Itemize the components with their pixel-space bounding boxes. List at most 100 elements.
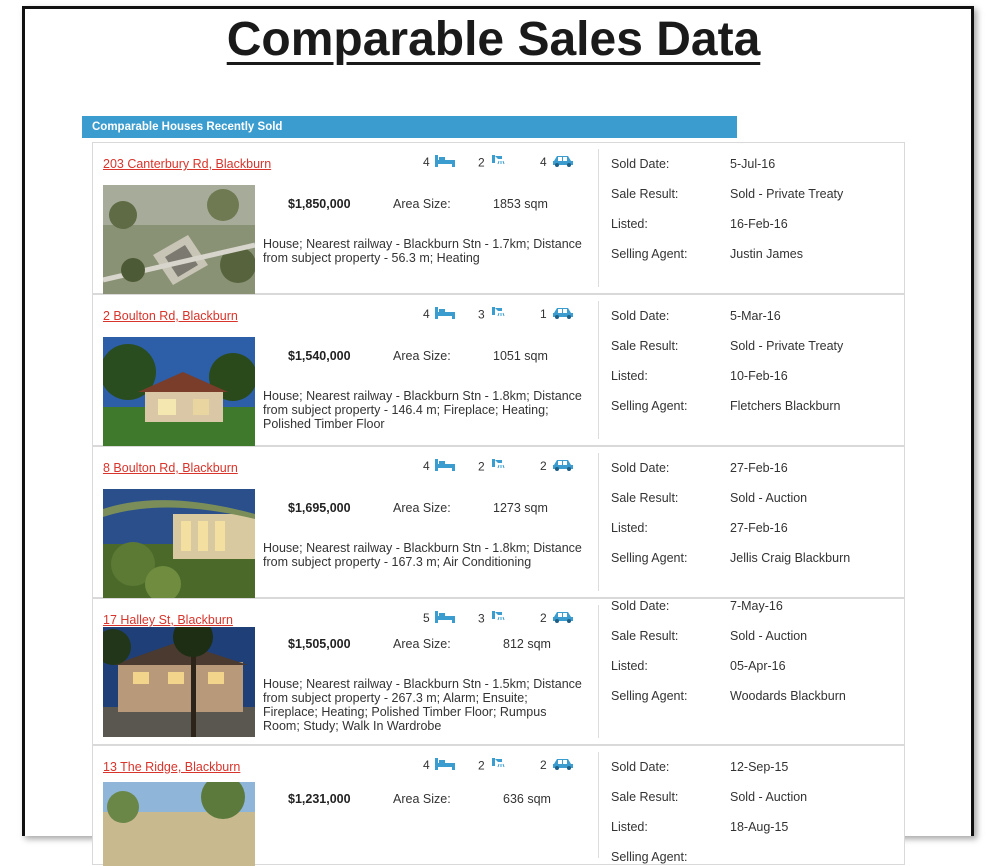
sale-price: $1,695,000 <box>288 501 351 515</box>
listed-date-value: 05-Apr-16 <box>730 659 786 673</box>
baths-count: 2 <box>478 758 485 773</box>
listed-date-label: Listed: <box>611 369 648 383</box>
area-size-label: Area Size: <box>393 349 451 363</box>
feature-baths: 2 <box>478 758 506 775</box>
bed-icon <box>434 459 455 474</box>
property-photo[interactable] <box>103 185 255 295</box>
selling-agent-label: Selling Agent: <box>611 850 688 864</box>
sold-date-label: Sold Date: <box>611 309 670 323</box>
selling-agent-label: Selling Agent: <box>611 399 688 413</box>
column-divider <box>598 752 599 858</box>
bed-icon <box>434 758 455 773</box>
property-photo[interactable] <box>103 489 255 599</box>
area-size-label: Area Size: <box>393 792 451 806</box>
listing-address-link[interactable]: 17 Halley St, Blackburn <box>103 613 233 627</box>
listed-date-value: 10-Feb-16 <box>730 369 788 383</box>
beds-count: 4 <box>423 155 430 169</box>
bath-icon <box>490 459 506 476</box>
column-divider <box>598 301 599 439</box>
property-description: House; Nearest railway - Blackburn Stn -… <box>263 541 582 569</box>
listing-address-link[interactable]: 2 Boulton Rd, Blackburn <box>103 309 238 323</box>
baths-count: 3 <box>478 307 485 322</box>
listed-date-label: Listed: <box>611 521 648 535</box>
beds-count: 4 <box>423 758 430 772</box>
bed-icon <box>434 611 455 626</box>
bed-icon <box>434 155 455 170</box>
listing-address-link[interactable]: 13 The Ridge, Blackburn <box>103 760 240 774</box>
area-size-label: Area Size: <box>393 637 451 651</box>
listing-card: 2 Boulton Rd, Blackburn 4 3 1 $1,540,000 Area… <box>92 294 905 447</box>
listing-card: 13 The Ridge, Blackburn 4 2 2 $1,231,000 Area… <box>92 745 905 866</box>
car-icon <box>552 155 574 170</box>
selling-agent-value: Woodards Blackburn <box>730 689 846 703</box>
sold-date-value: 27-Feb-16 <box>730 461 788 475</box>
listed-date-value: 18-Aug-15 <box>730 820 789 834</box>
car-icon <box>552 459 574 474</box>
selling-agent-value: Fletchers Blackburn <box>730 399 841 413</box>
car-icon <box>552 307 574 322</box>
listing-address-link[interactable]: 8 Boulton Rd, Blackburn <box>103 461 238 475</box>
sale-price: $1,850,000 <box>288 197 351 211</box>
car-icon <box>552 611 574 626</box>
sold-date-label: Sold Date: <box>611 157 670 171</box>
selling-agent-label: Selling Agent: <box>611 551 688 565</box>
property-description: House; Nearest railway - Blackburn Stn -… <box>263 237 582 265</box>
sale-result-value: Sold - Auction <box>730 790 808 804</box>
baths-count: 3 <box>478 611 485 626</box>
cars-count: 2 <box>540 611 547 625</box>
feature-cars: 1 <box>540 307 574 322</box>
listing-card: 203 Canterbury Rd, Blackburn 4 2 4 $1,850,00… <box>92 142 905 295</box>
feature-beds: 4 <box>423 155 455 170</box>
sale-price: $1,505,000 <box>288 637 351 651</box>
sold-date-value: 5-Mar-16 <box>730 309 781 323</box>
column-divider <box>598 605 599 738</box>
cars-count: 1 <box>540 307 547 321</box>
beds-count: 4 <box>423 459 430 473</box>
selling-agent-value: Jellis Craig Blackburn <box>730 551 851 565</box>
cars-count: 2 <box>540 758 547 772</box>
cars-count: 2 <box>540 459 547 473</box>
property-photo[interactable] <box>103 782 255 866</box>
selling-agent-label: Selling Agent: <box>611 689 688 703</box>
bath-icon <box>490 155 506 172</box>
feature-beds: 4 <box>423 307 455 322</box>
sale-result-value: Sold - Auction <box>730 629 808 643</box>
area-size-label: Area Size: <box>393 197 451 211</box>
area-size-value: 636 sqm <box>503 792 551 806</box>
feature-beds: 4 <box>423 758 455 773</box>
property-description: House; Nearest railway - Blackburn Stn -… <box>263 389 582 431</box>
sold-date-value: 7-May-16 <box>730 599 783 613</box>
sale-result-value: Sold - Auction <box>730 491 808 505</box>
property-photo[interactable] <box>103 337 255 447</box>
area-size-label: Area Size: <box>393 501 451 515</box>
listed-date-label: Listed: <box>611 659 648 673</box>
area-size-value: 1273 sqm <box>493 501 548 515</box>
baths-count: 2 <box>478 155 485 170</box>
listed-date-label: Listed: <box>611 217 648 231</box>
feature-cars: 2 <box>540 459 574 474</box>
selling-agent-value: Justin James <box>730 247 803 261</box>
feature-beds: 5 <box>423 611 455 626</box>
bath-icon <box>490 611 506 628</box>
property-description: House; Nearest railway - Blackburn Stn -… <box>263 677 582 733</box>
listing-address-link[interactable]: 203 Canterbury Rd, Blackburn <box>103 157 271 171</box>
sale-result-label: Sale Result: <box>611 339 679 353</box>
sale-result-value: Sold - Private Treaty <box>730 339 844 353</box>
feature-baths: 2 <box>478 459 506 476</box>
bath-icon <box>490 307 506 324</box>
feature-baths: 3 <box>478 307 506 324</box>
selling-agent-label: Selling Agent: <box>611 247 688 261</box>
sale-result-label: Sale Result: <box>611 629 679 643</box>
property-photo[interactable] <box>103 627 255 739</box>
listing-card: 8 Boulton Rd, Blackburn 4 2 2 $1,695,000 Area… <box>92 446 905 599</box>
sale-result-label: Sale Result: <box>611 491 679 505</box>
page-title: Comparable Sales Data <box>226 13 761 66</box>
column-divider <box>598 149 599 287</box>
beds-count: 4 <box>423 307 430 321</box>
sale-result-value: Sold - Private Treaty <box>730 187 844 201</box>
sale-price: $1,231,000 <box>288 792 351 806</box>
area-size-value: 812 sqm <box>503 637 551 651</box>
beds-count: 5 <box>423 611 430 625</box>
sold-date-label: Sold Date: <box>611 599 670 613</box>
bed-icon <box>434 307 455 322</box>
